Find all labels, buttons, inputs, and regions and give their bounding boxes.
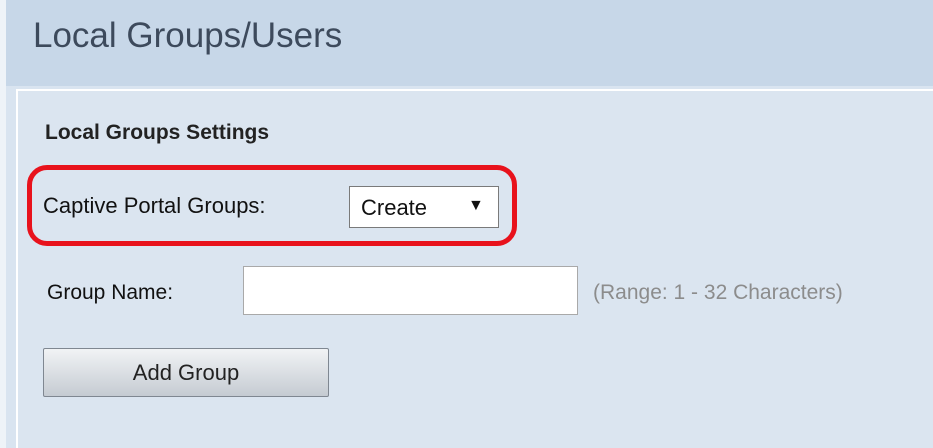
- dropdown-arrow-icon: ▼: [468, 197, 484, 214]
- local-groups-page: Local Groups/Users Local Groups Settings…: [0, 0, 933, 448]
- add-group-button[interactable]: Add Group: [43, 348, 329, 397]
- page-title: Local Groups/Users: [33, 16, 343, 55]
- group-name-input[interactable]: [243, 266, 578, 315]
- section-title: Local Groups Settings: [45, 121, 270, 144]
- left-edge: [0, 0, 6, 448]
- captive-portal-groups-value: Create: [361, 195, 428, 220]
- group-name-range-hint: (Range: 1 - 32 Characters): [593, 281, 843, 304]
- captive-portal-groups-label: Captive Portal Groups:: [43, 193, 266, 218]
- group-name-label: Group Name:: [47, 281, 174, 304]
- captive-portal-groups-select[interactable]: Create ▼: [349, 186, 499, 228]
